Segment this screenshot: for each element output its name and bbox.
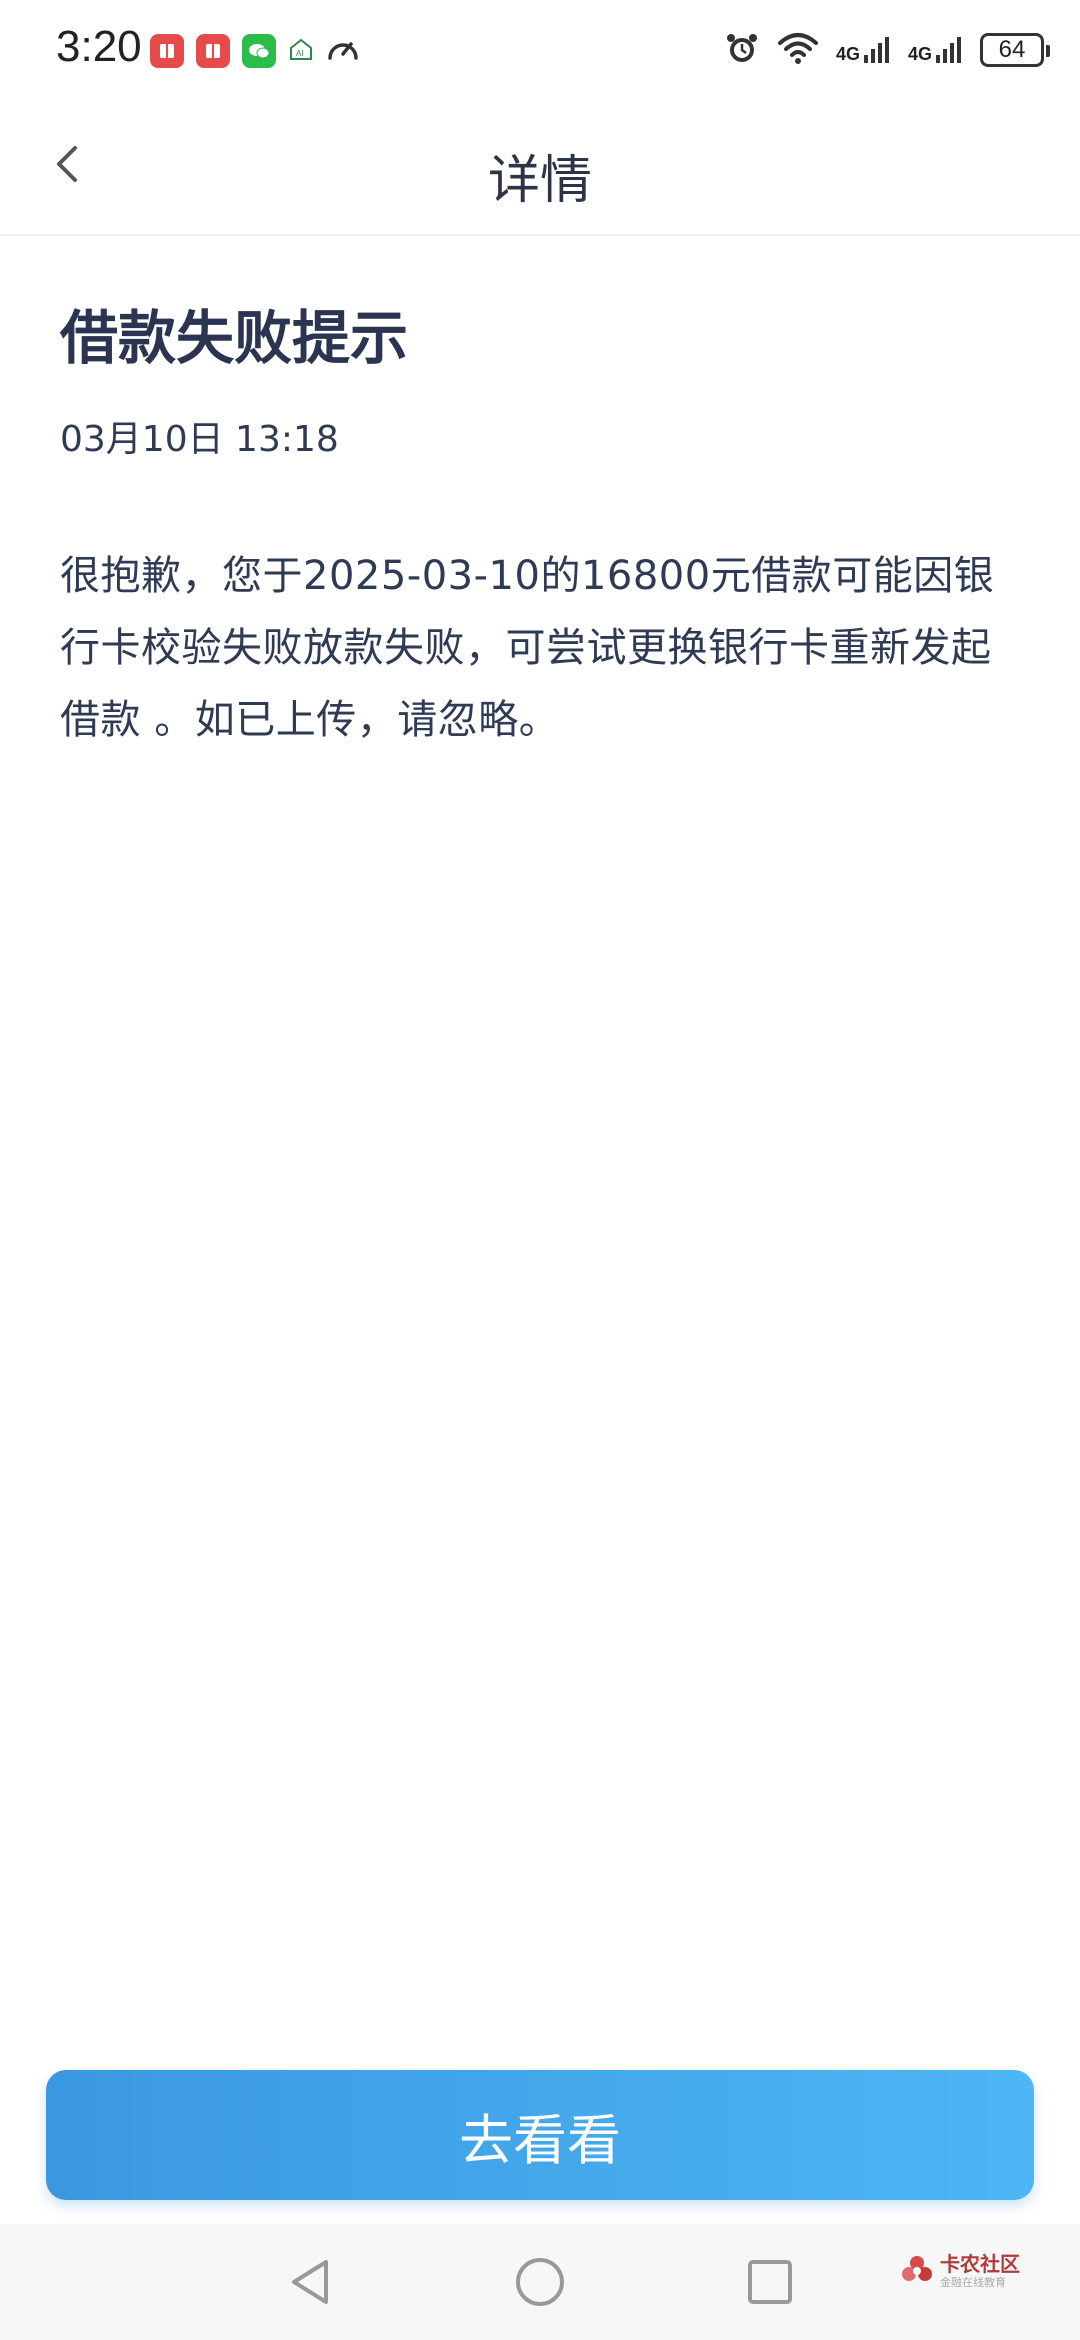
navigation-bar: 卡农社区 金融在线教育 <box>0 2224 1080 2340</box>
screen: 3:20 AI 4G 4G 64 详情 借款失败提示 03月10日 13:18 … <box>0 0 1080 2340</box>
app-red-icon <box>196 34 230 68</box>
watermark-sub: 金融在线教育 <box>940 2276 1006 2289</box>
status-app-icons: AI <box>150 34 360 68</box>
message-body: 很抱歉，您于2025-03-10的16800元借款可能因银行卡校验失败放款失败，… <box>60 553 995 743</box>
nav-recents-button[interactable] <box>738 2250 802 2314</box>
network-type-2: 4G <box>907 44 932 64</box>
page-title: 详情 <box>487 151 592 211</box>
status-bar: 3:20 AI 4G 4G 64 <box>0 0 1080 108</box>
watermark-main: 卡农社区 <box>940 2252 1020 2276</box>
message-title: 借款失败提示 <box>60 304 409 372</box>
home-ai-icon: AI <box>288 36 314 66</box>
triangle-back-icon <box>292 2260 328 2304</box>
watermark: 卡农社区 金融在线教育 <box>900 2254 1020 2288</box>
nav-back-button[interactable] <box>278 2250 342 2314</box>
status-right: 4G 4G 64 <box>724 30 1050 70</box>
signal-icon: 4G <box>908 35 964 65</box>
speed-icon <box>326 34 360 68</box>
signal-icon: 4G <box>836 35 892 65</box>
square-recents-icon <box>748 2260 792 2304</box>
message-content: 借款失败提示 03月10日 13:18 很抱歉，您于2025-03-10的168… <box>60 236 1020 756</box>
go-view-button[interactable]: 去看看 <box>46 2070 1034 2200</box>
message-time: 03月10日 13:18 <box>60 419 339 460</box>
circle-home-icon <box>516 2258 564 2306</box>
app-red-icon <box>150 34 184 68</box>
flower-logo-icon <box>902 2256 932 2281</box>
network-type-1: 4G <box>835 44 860 64</box>
alarm-icon <box>724 30 760 70</box>
wechat-icon <box>242 34 276 68</box>
wifi-icon <box>776 31 820 69</box>
header: 详情 <box>0 108 1080 236</box>
status-time: 3:20 <box>56 22 142 71</box>
nav-home-button[interactable] <box>508 2250 572 2314</box>
battery-icon: 64 <box>980 33 1050 67</box>
svg-text:AI: AI <box>296 49 304 58</box>
